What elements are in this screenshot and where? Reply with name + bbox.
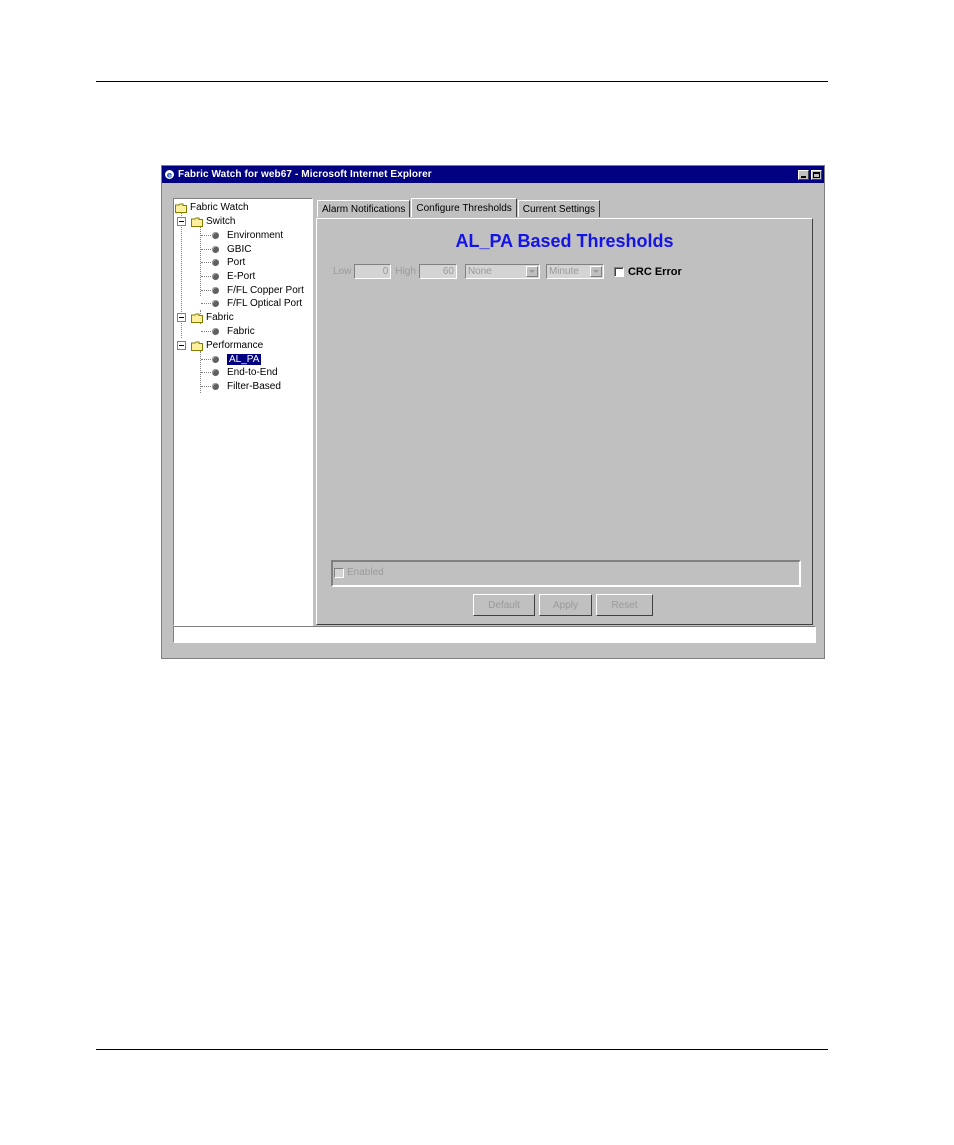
tree-line — [201, 262, 211, 263]
action-buttons: Default Apply Reset — [473, 594, 657, 616]
footer-rule — [96, 1049, 828, 1050]
tree-label: Performance — [206, 340, 264, 351]
tree-node-fabric-watch[interactable]: Fabric Watch — [175, 201, 249, 214]
unit-select[interactable]: None — [464, 264, 540, 279]
thresholds-panel: AL_PA Based Thresholds Low 0 High 60 Non… — [316, 218, 813, 625]
tree-label: Environment — [227, 230, 284, 241]
tree-leaf-gbic[interactable]: GBIC — [212, 243, 251, 256]
tree-leaf-fl-optical-port[interactable]: F/FL Optical Port — [212, 297, 302, 310]
tree-line — [201, 290, 211, 291]
tree-line — [201, 249, 211, 250]
expander-minus-icon[interactable] — [177, 217, 186, 226]
dropdown-arrow-icon[interactable] — [525, 266, 538, 277]
tree-label: Fabric Watch — [190, 202, 249, 213]
high-input[interactable]: 60 — [418, 264, 457, 279]
leaf-bullet-icon — [212, 356, 219, 363]
crc-error-checkbox[interactable] — [613, 266, 624, 277]
apply-button[interactable]: Apply — [539, 594, 592, 616]
folder-icon — [191, 341, 203, 351]
tree-line — [201, 303, 211, 304]
tree-label: E-Port — [227, 271, 256, 282]
expander-minus-icon[interactable] — [177, 341, 186, 350]
tree-leaf-filter-based[interactable]: Filter-Based — [212, 380, 281, 393]
leaf-bullet-icon — [212, 383, 219, 390]
leaf-bullet-icon — [212, 300, 219, 307]
default-button[interactable]: Default — [473, 594, 535, 616]
leaf-bullet-icon — [212, 232, 219, 239]
status-bar — [173, 626, 816, 643]
tree-label-selected: AL_PA — [227, 354, 262, 365]
tree-leaf-fl-copper-port[interactable]: F/FL Copper Port — [212, 284, 304, 297]
threshold-fields: Low 0 High 60 None Minute CRC Error — [333, 264, 682, 279]
tree-leaf-e-port[interactable]: E-Port — [212, 270, 255, 283]
svg-text:e: e — [167, 171, 173, 180]
high-label: High — [395, 266, 416, 277]
browser-window: e Fabric Watch for web67 - Microsoft Int… — [161, 165, 825, 659]
tree-label: Fabric — [227, 326, 255, 337]
window-title: Fabric Watch for web67 - Microsoft Inter… — [178, 169, 432, 180]
enabled-label: Enabled — [347, 567, 384, 578]
tab-configure-thresholds[interactable]: Configure Thresholds — [411, 198, 517, 217]
tree-line — [201, 386, 211, 387]
crc-error-label: CRC Error — [627, 265, 682, 278]
tree-leaf-environment[interactable]: Environment — [212, 229, 283, 242]
leaf-bullet-icon — [212, 328, 219, 335]
tree-label: End-to-End — [227, 367, 278, 378]
leaf-bullet-icon — [212, 246, 219, 253]
tree-leaf-fabric[interactable]: Fabric — [212, 325, 255, 338]
tree-leaf-al-pa[interactable]: AL_PA — [212, 353, 262, 366]
leaf-bullet-icon — [212, 369, 219, 376]
low-label: Low — [333, 266, 352, 277]
tree-label: Switch — [206, 216, 236, 227]
header-rule — [96, 81, 828, 82]
tab-alarm-notifications[interactable]: Alarm Notifications — [317, 200, 411, 217]
tree-label: Filter-Based — [227, 381, 281, 392]
tree-node-performance[interactable]: Performance — [177, 339, 263, 352]
time-select[interactable]: Minute — [545, 264, 604, 279]
unit-select-value: None — [467, 266, 492, 277]
tree-label: F/FL Optical Port — [227, 298, 303, 309]
tree-label: F/FL Copper Port — [227, 285, 304, 296]
tree-line — [201, 372, 211, 373]
tree-line — [201, 235, 211, 236]
panel-heading: AL_PA Based Thresholds — [455, 231, 674, 251]
navigation-tree[interactable]: Fabric Watch Switch Environment GBIC Por… — [173, 198, 313, 626]
tree-node-fabric[interactable]: Fabric — [177, 311, 234, 324]
tree-label: Fabric — [206, 312, 234, 323]
dropdown-arrow-icon[interactable] — [589, 266, 602, 277]
folder-icon — [175, 203, 187, 213]
tab-strip: Alarm Notifications Configure Thresholds… — [317, 198, 601, 218]
tree-line — [201, 359, 211, 360]
tree-leaf-port[interactable]: Port — [212, 256, 245, 269]
leaf-bullet-icon — [212, 287, 219, 294]
tab-current-settings[interactable]: Current Settings — [517, 200, 601, 217]
time-select-value: Minute — [548, 266, 579, 277]
leaf-bullet-icon — [212, 273, 219, 280]
expander-minus-icon[interactable] — [177, 313, 186, 322]
ie-icon: e — [164, 169, 175, 180]
tree-label: Port — [227, 257, 246, 268]
tree-line — [201, 331, 211, 332]
leaf-bullet-icon — [212, 259, 219, 266]
tree-label: GBIC — [227, 244, 252, 255]
reset-button[interactable]: Reset — [596, 594, 653, 616]
enabled-group: Enabled — [331, 560, 801, 587]
minimize-icon[interactable] — [798, 169, 809, 180]
folder-icon — [191, 217, 203, 227]
folder-icon — [191, 313, 203, 323]
maximize-icon[interactable] — [811, 169, 822, 180]
enabled-checkbox[interactable] — [334, 567, 344, 578]
tree-node-switch[interactable]: Switch — [177, 215, 235, 228]
tree-leaf-end-to-end[interactable]: End-to-End — [212, 366, 278, 379]
title-bar[interactable]: e Fabric Watch for web67 - Microsoft Int… — [162, 166, 824, 183]
tree-line — [201, 276, 211, 277]
low-input[interactable]: 0 — [354, 264, 392, 279]
